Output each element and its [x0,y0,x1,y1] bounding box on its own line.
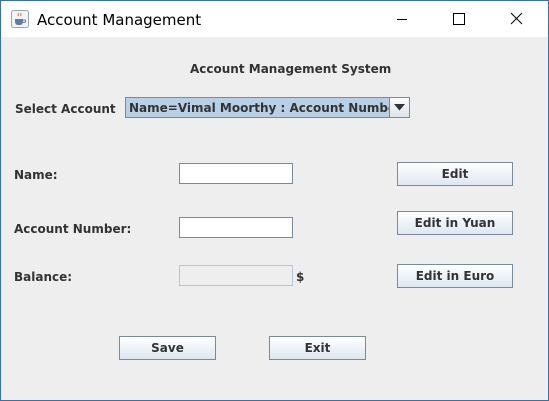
maximize-button[interactable] [436,1,482,37]
currency-symbol: $ [296,270,305,284]
save-button[interactable]: Save [119,336,216,360]
account-number-field[interactable] [179,217,293,238]
account-number-label: Account Number: [14,222,132,236]
title-bar[interactable]: Account Management [1,1,548,37]
minimize-icon [397,19,407,20]
form-panel: Account Management System Select Account… [1,37,548,400]
edit-in-yuan-button[interactable]: Edit in Yuan [397,211,513,235]
name-label: Name: [14,168,58,182]
name-field[interactable] [179,163,293,184]
edit-button[interactable]: Edit [397,162,513,186]
minimize-button[interactable] [379,1,425,37]
balance-label: Balance: [14,270,73,284]
dropdown-arrow-button[interactable] [389,98,409,117]
account-management-window: Account Management Account Management Sy… [0,0,549,401]
balance-field [179,265,293,286]
exit-button[interactable]: Exit [269,336,366,360]
close-button[interactable] [493,1,539,37]
window-title: Account Management [37,11,202,29]
account-select-dropdown[interactable]: Name=Vimal Moorthy : Account Number=12..… [125,97,410,118]
maximize-icon [453,13,465,25]
chevron-down-icon [394,104,405,111]
selected-account-value: Name=Vimal Moorthy : Account Number=12..… [129,101,389,115]
select-account-label: Select Account [15,102,116,116]
close-icon [510,12,523,25]
system-title: Account Management System [190,62,392,76]
java-coffee-cup-icon [11,10,29,28]
edit-in-euro-button[interactable]: Edit in Euro [397,264,513,288]
